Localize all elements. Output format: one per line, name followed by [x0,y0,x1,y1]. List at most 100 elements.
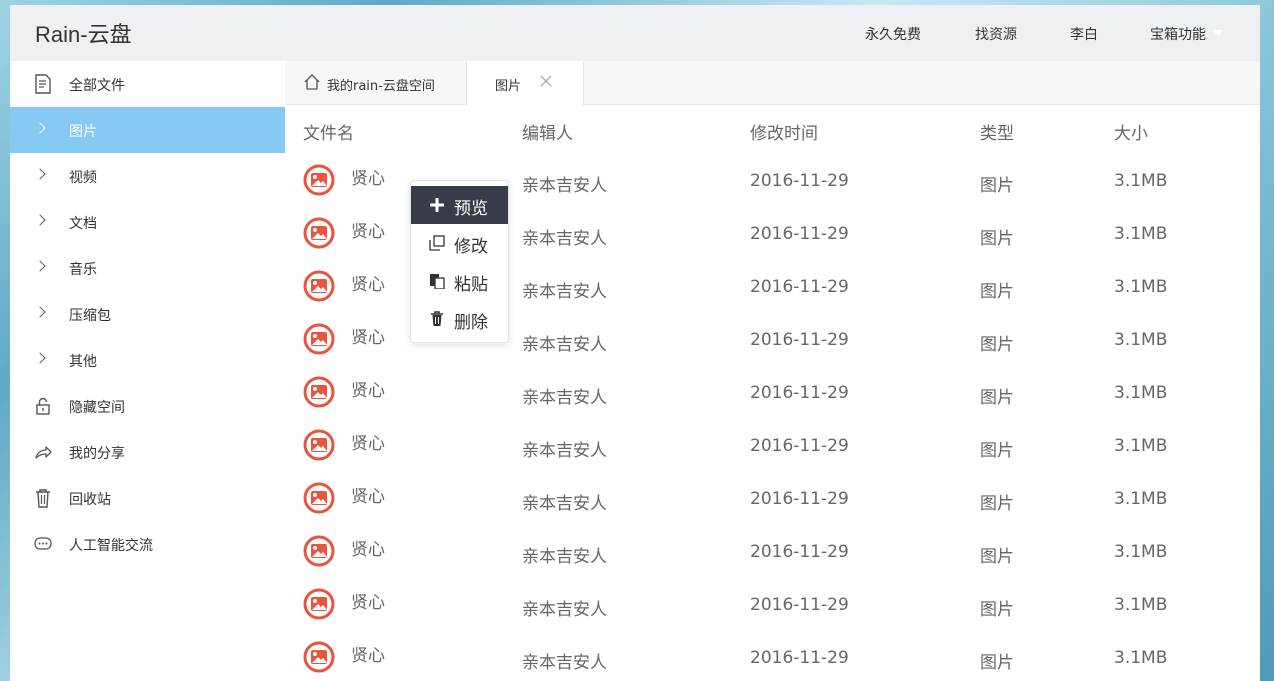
copy-icon [429,235,445,251]
table-row[interactable]: 贤心 亲本吉安人 2016-11-29 图片 3.1MB [285,418,1260,471]
sidebar-item-ai-chat[interactable]: 人工智能交流 [10,521,285,567]
lock-icon [36,397,50,415]
file-modified: 2016-11-29 [750,277,849,297]
table-row[interactable]: 贤心 亲本吉安人 2016-11-29 图片 3.1MB [285,524,1260,577]
sidebar-item-other[interactable]: 其他 [10,337,285,383]
file-editor: 亲本吉安人 [522,653,607,673]
sidebar-item-music[interactable]: 音乐 [10,245,285,291]
chevron-right-icon [34,352,46,364]
file-type: 图片 [980,229,1014,249]
col-size[interactable]: 大小 [1114,119,1148,144]
chevron-right-icon [34,214,46,226]
file-editor: 亲本吉安人 [522,441,607,461]
col-modified[interactable]: 修改时间 [750,119,818,144]
file-type: 图片 [980,335,1014,355]
nav-treasure-label: 宝箱功能 [1150,27,1206,43]
app-title: Rain-云盘 [35,22,132,47]
file-modified: 2016-11-29 [750,330,849,350]
sidebar-item-label: 我的分享 [69,446,125,462]
file-modified: 2016-11-29 [750,595,849,615]
sidebar-item-label: 人工智能交流 [69,538,153,554]
sidebar-item-hidden-space[interactable]: 隐藏空间 [10,383,285,429]
image-file-icon [303,376,335,408]
image-file-icon [303,217,335,249]
sidebar-item-my-shares[interactable]: 我的分享 [10,429,285,475]
nav-free[interactable]: 永久免费 [865,24,921,44]
caret-down-icon [1212,30,1224,36]
tab-home[interactable]: 我的rain-云盘空间 [285,61,466,105]
sidebar-item-videos[interactable]: 视频 [10,153,285,199]
menu-item-edit[interactable]: 修改 [411,224,508,262]
table-row[interactable]: 贤心 亲本吉安人 2016-11-29 图片 3.1MB [285,471,1260,524]
file-size: 3.1MB [1114,648,1168,668]
app-window: Rain-云盘 永久免费 找资源 李白 宝箱功能 全部文件 图片 视频 文档 音… [10,5,1260,681]
sidebar-item-recycle-bin[interactable]: 回收站 [10,475,285,521]
file-name[interactable]: 贤心 [351,641,385,666]
file-type: 图片 [980,547,1014,567]
file-editor: 亲本吉安人 [522,388,607,408]
file-size: 3.1MB [1114,542,1168,562]
menu-item-label: 粘贴 [454,275,488,295]
file-size: 3.1MB [1114,277,1168,297]
file-name[interactable]: 贤心 [351,429,385,454]
menu-item-delete[interactable]: 删除 [411,300,508,338]
file-editor: 亲本吉安人 [522,494,607,514]
col-editor[interactable]: 编辑人 [522,119,573,144]
table-row[interactable]: 贤心 亲本吉安人 2016-11-29 图片 3.1MB [285,365,1260,418]
file-modified: 2016-11-29 [750,383,849,403]
file-name[interactable]: 贤心 [351,217,385,242]
image-file-icon [303,164,335,196]
nav-resources[interactable]: 找资源 [975,24,1017,44]
file-size: 3.1MB [1114,171,1168,191]
context-menu: 预览 修改 粘贴 删除 [410,180,509,343]
file-modified: 2016-11-29 [750,436,849,456]
close-icon[interactable] [539,73,553,89]
image-file-icon [303,535,335,567]
file-size: 3.1MB [1114,436,1168,456]
sidebar-item-all-files[interactable]: 全部文件 [10,61,285,107]
table-row[interactable]: 贤心 亲本吉安人 2016-11-29 图片 3.1MB [285,630,1260,681]
menu-item-paste[interactable]: 粘贴 [411,262,508,300]
trash-icon [431,311,443,326]
nav-treasure[interactable]: 宝箱功能 [1150,24,1224,44]
sidebar-item-archives[interactable]: 压缩包 [10,291,285,337]
sidebar-item-label: 其他 [69,354,97,370]
sidebar-item-images[interactable]: 图片 [10,107,285,153]
sidebar-item-label: 文档 [69,216,97,232]
image-file-icon [303,588,335,620]
file-name[interactable]: 贤心 [351,588,385,613]
file-type: 图片 [980,441,1014,461]
file-editor: 亲本吉安人 [522,547,607,567]
file-editor: 亲本吉安人 [522,229,607,249]
file-name[interactable]: 贤心 [351,535,385,560]
home-icon [304,74,320,90]
image-file-icon [303,270,335,302]
file-type: 图片 [980,653,1014,673]
tab-bar: 我的rain-云盘空间 图片 [285,61,1260,106]
col-type[interactable]: 类型 [980,119,1014,144]
file-type: 图片 [980,494,1014,514]
nav-user[interactable]: 李白 [1070,24,1098,44]
chevron-right-icon [34,306,46,318]
file-name[interactable]: 贤心 [351,482,385,507]
chevron-right-icon [34,168,46,180]
sidebar-item-documents[interactable]: 文档 [10,199,285,245]
file-modified: 2016-11-29 [750,489,849,509]
sidebar-item-label: 视频 [69,170,97,186]
trash-icon [36,489,50,508]
menu-item-preview[interactable]: 预览 [411,186,508,224]
tab-images[interactable]: 图片 [466,61,584,106]
chevron-right-icon [34,260,46,272]
file-name[interactable]: 贤心 [351,270,385,295]
col-filename[interactable]: 文件名 [303,119,354,144]
plus-icon [430,198,444,212]
file-size: 3.1MB [1114,330,1168,350]
table-row[interactable]: 贤心 亲本吉安人 2016-11-29 图片 3.1MB [285,577,1260,630]
file-size: 3.1MB [1114,489,1168,509]
sidebar-item-label: 回收站 [69,492,111,508]
file-name[interactable]: 贤心 [351,323,385,348]
file-name[interactable]: 贤心 [351,376,385,401]
file-name[interactable]: 贤心 [351,164,385,189]
file-icon [35,74,51,94]
file-editor: 亲本吉安人 [522,282,607,302]
